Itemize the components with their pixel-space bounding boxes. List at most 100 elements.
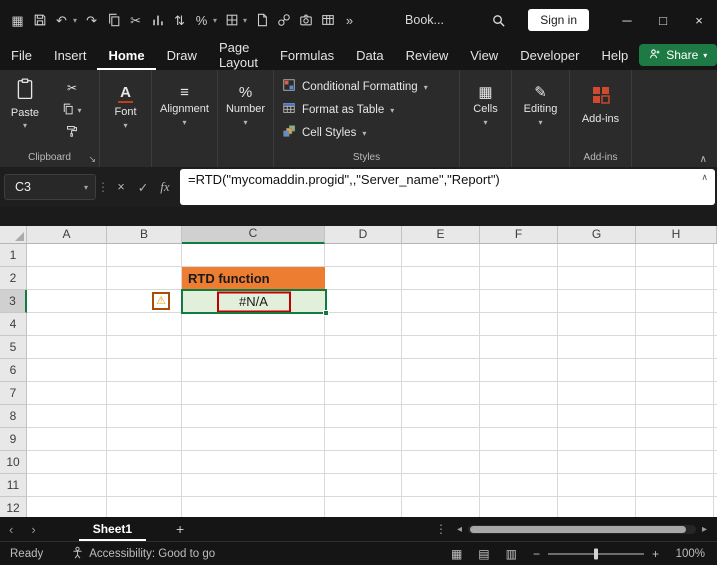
tab-file[interactable]: File [0, 40, 43, 70]
number-settings-button[interactable]: % Number ▾ [218, 75, 273, 151]
cell-styles-button[interactable]: Cell Styles ▾ [282, 122, 459, 144]
enter-icon[interactable]: ✓ [132, 180, 154, 195]
page-break-view-icon[interactable]: ▥ [506, 547, 517, 561]
zoom-in-icon[interactable]: + [652, 547, 659, 561]
row-header-10[interactable]: 10 [0, 451, 27, 474]
select-all-button[interactable] [0, 226, 27, 244]
close-button[interactable]: × [681, 0, 717, 40]
fill-handle[interactable] [323, 310, 329, 316]
alignment-settings-button[interactable]: ≡ Alignment ▾ [152, 75, 217, 151]
tab-insert[interactable]: Insert [43, 40, 98, 70]
cut-button[interactable]: ✂ [50, 77, 94, 99]
cells-button[interactable]: ▦ Cells ▾ [460, 75, 511, 151]
row-header-4[interactable]: 4 [0, 313, 27, 336]
copy-icon[interactable] [106, 12, 121, 28]
editing-button[interactable]: ✎ Editing ▾ [512, 75, 569, 151]
column-header-b[interactable]: B [107, 226, 182, 244]
row-header-1[interactable]: 1 [0, 244, 27, 267]
normal-view-icon[interactable]: ▦ [451, 547, 462, 561]
clipboard-dialog-launcher-icon[interactable]: ↘ [88, 152, 96, 166]
paste-button[interactable]: Paste ▾ [0, 75, 50, 151]
tab-formulas[interactable]: Formulas [269, 40, 345, 70]
column-header-a[interactable]: A [27, 226, 107, 244]
zoom-level[interactable]: 100% [675, 548, 705, 560]
accessibility-status[interactable]: Accessibility: Good to go [71, 546, 215, 562]
more-commands-icon[interactable]: » [342, 12, 357, 28]
format-painter-button[interactable] [50, 121, 94, 143]
link-icon[interactable] [276, 12, 291, 28]
column-header-f[interactable]: F [480, 226, 558, 244]
font-settings-button[interactable]: A Font ▾ [100, 75, 151, 151]
format-as-table-button[interactable]: Format as Table ▾ [282, 99, 459, 121]
cancel-icon[interactable]: × [110, 180, 132, 194]
conditional-formatting-button[interactable]: Conditional Formatting ▾ [282, 76, 459, 98]
redo-icon[interactable]: ↷ [84, 12, 99, 28]
sign-in-button[interactable]: Sign in [528, 9, 589, 31]
percent-dropdown-caret[interactable]: ▾ [213, 16, 217, 25]
formula-input[interactable]: =RTD("mycomaddin.progid",,"Server_name",… [180, 169, 715, 205]
tab-bar-options-icon[interactable]: ⋮ [431, 522, 451, 536]
column-header-h[interactable]: H [636, 226, 717, 244]
undo-icon[interactable]: ↶ [54, 12, 69, 28]
tab-page-layout[interactable]: Page Layout [208, 40, 269, 70]
row-header-2[interactable]: 2 [0, 267, 27, 290]
zoom-slider-thumb[interactable] [594, 548, 598, 559]
sort-icon[interactable]: ⇅ [172, 12, 187, 28]
borders-dropdown-caret[interactable]: ▾ [243, 16, 247, 25]
copy-button[interactable]: ▾ [50, 99, 94, 121]
row-header-3[interactable]: 3 [0, 290, 27, 313]
error-options-button[interactable]: ⚠ [152, 292, 170, 310]
camera-icon[interactable] [298, 12, 313, 28]
new-document-icon[interactable] [254, 12, 269, 28]
row-header-11[interactable]: 11 [0, 474, 27, 497]
sheet-nav-right-icon[interactable]: › [22, 522, 44, 537]
page-layout-view-icon[interactable]: ▤ [478, 547, 489, 561]
collapse-formula-bar-icon[interactable]: ∧ [701, 172, 708, 183]
row-header-8[interactable]: 8 [0, 405, 27, 428]
tab-home[interactable]: Home [97, 40, 155, 70]
tab-view[interactable]: View [459, 40, 509, 70]
cut-icon[interactable]: ✂ [128, 12, 143, 28]
scroll-left-icon[interactable]: ◂ [457, 524, 462, 535]
tab-review[interactable]: Review [395, 40, 460, 70]
minimize-button[interactable]: ─ [609, 0, 645, 40]
chart-icon[interactable] [150, 12, 165, 28]
percent-style-icon[interactable]: % [194, 12, 209, 28]
scroll-right-icon[interactable]: ▸ [702, 524, 707, 535]
tab-developer[interactable]: Developer [509, 40, 590, 70]
save-icon[interactable] [32, 12, 47, 28]
undo-dropdown-caret[interactable]: ▾ [73, 16, 77, 25]
tab-draw[interactable]: Draw [156, 40, 208, 70]
cell-c3[interactable]: #N/A [182, 290, 325, 313]
collapse-ribbon-icon[interactable]: ∧ [700, 154, 707, 165]
new-sheet-button[interactable]: + [176, 521, 184, 537]
name-box[interactable]: C3 ▾ [4, 174, 96, 200]
borders-icon[interactable] [224, 12, 239, 28]
column-header-d[interactable]: D [325, 226, 402, 244]
row-header-7[interactable]: 7 [0, 382, 27, 405]
insert-function-icon[interactable]: fx [154, 179, 176, 195]
column-header-e[interactable]: E [402, 226, 480, 244]
horizontal-scrollbar-thumb[interactable] [470, 526, 686, 533]
row-header-6[interactable]: 6 [0, 359, 27, 382]
tab-data[interactable]: Data [345, 40, 394, 70]
column-header-c[interactable]: C [182, 226, 325, 244]
sheet-grid[interactable]: 1 2 3 4 5 6 7 8 9 10 11 12 RTD function … [0, 244, 717, 517]
search-icon[interactable] [491, 12, 506, 28]
horizontal-scrollbar[interactable] [468, 525, 696, 534]
cell-c2[interactable]: RTD function [182, 267, 325, 290]
add-ins-button[interactable]: Add-ins [570, 75, 631, 151]
tab-help[interactable]: Help [590, 40, 639, 70]
sheet-tab-sheet1[interactable]: Sheet1 [79, 517, 146, 541]
row-header-5[interactable]: 5 [0, 336, 27, 359]
zoom-out-icon[interactable]: − [533, 547, 540, 561]
customize-quick-access-icon[interactable]: ▦ [10, 12, 25, 28]
maximize-button[interactable]: □ [645, 0, 681, 40]
share-button[interactable]: Share ▾ [639, 44, 717, 66]
column-header-g[interactable]: G [558, 226, 636, 244]
row-header-12[interactable]: 12 [0, 497, 27, 517]
zoom-slider[interactable] [548, 553, 644, 555]
row-header-9[interactable]: 9 [0, 428, 27, 451]
table-icon[interactable] [320, 12, 335, 28]
sheet-nav-left-icon[interactable]: ‹ [0, 522, 22, 537]
